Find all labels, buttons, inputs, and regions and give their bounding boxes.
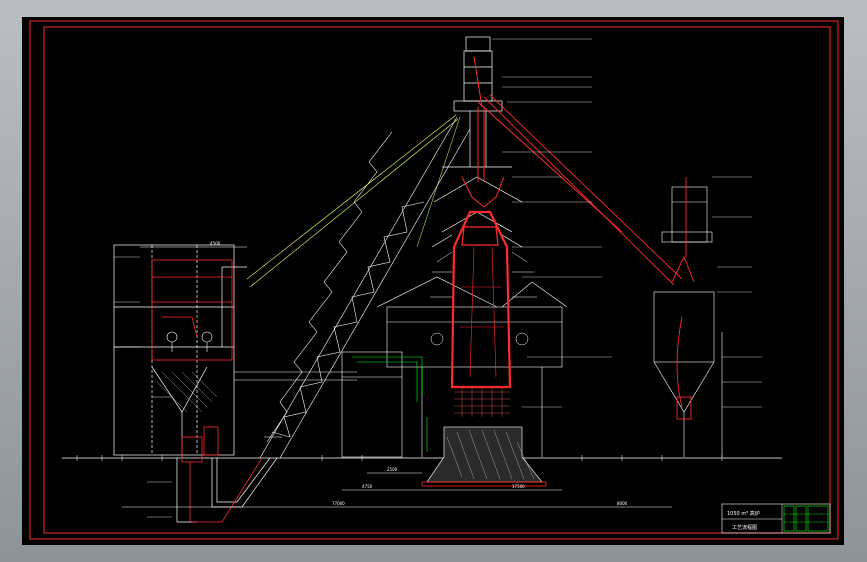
green-pipe-lines: [352, 356, 428, 452]
furnace-platforms: [430, 251, 537, 346]
title-block-project: 1050 m³ 高炉: [727, 510, 760, 517]
hopper-hatching: [156, 371, 218, 413]
skip-cable-line-3: [416, 116, 461, 248]
outer-border-line: [29, 20, 839, 540]
hearth-brickwork: [454, 387, 510, 417]
bunker-hoppers: [166, 331, 213, 352]
right-inclined-member: [483, 94, 683, 286]
dim-mid-span: 17500: [512, 484, 525, 489]
furnace-top-tower: [431, 36, 523, 248]
blast-furnace-elevation-drawing: 77000 8000 17500 4750 2500 4500 1050 m³ …: [29, 20, 839, 540]
skip-cable-line-2: [249, 118, 459, 288]
right-tower: [653, 186, 723, 457]
elevation-leaders: [114, 38, 762, 518]
pit-red-channel: [189, 457, 263, 523]
furnace-throat: [461, 226, 499, 246]
right-tower-red: [671, 177, 695, 420]
dim-span-b: 2500: [387, 467, 398, 472]
dim-span-a: 4750: [362, 484, 373, 489]
foundation-base: [421, 481, 547, 487]
dim-left-span: 77000: [332, 501, 345, 506]
stock-house-red-outline: [151, 259, 233, 463]
underground-pit: [176, 457, 278, 523]
dim-right-span: 8000: [617, 501, 628, 506]
furnace-foundation: [426, 426, 543, 483]
furnace-shell: [450, 210, 512, 389]
furnace-lining: [460, 246, 504, 378]
title-block-drawing-name: 工艺流程图: [732, 524, 757, 531]
dim-top-width: 4500: [210, 241, 221, 246]
conveyor-gallery: [234, 371, 357, 381]
title-block: 1050 m³ 高炉 工艺流程图: [721, 503, 831, 534]
skip-inclined-bridge: [259, 116, 471, 459]
skip-cable-line: [246, 114, 457, 280]
cad-drawing-canvas[interactable]: 77000 8000 17500 4750 2500 4500 1050 m³ …: [22, 17, 844, 545]
